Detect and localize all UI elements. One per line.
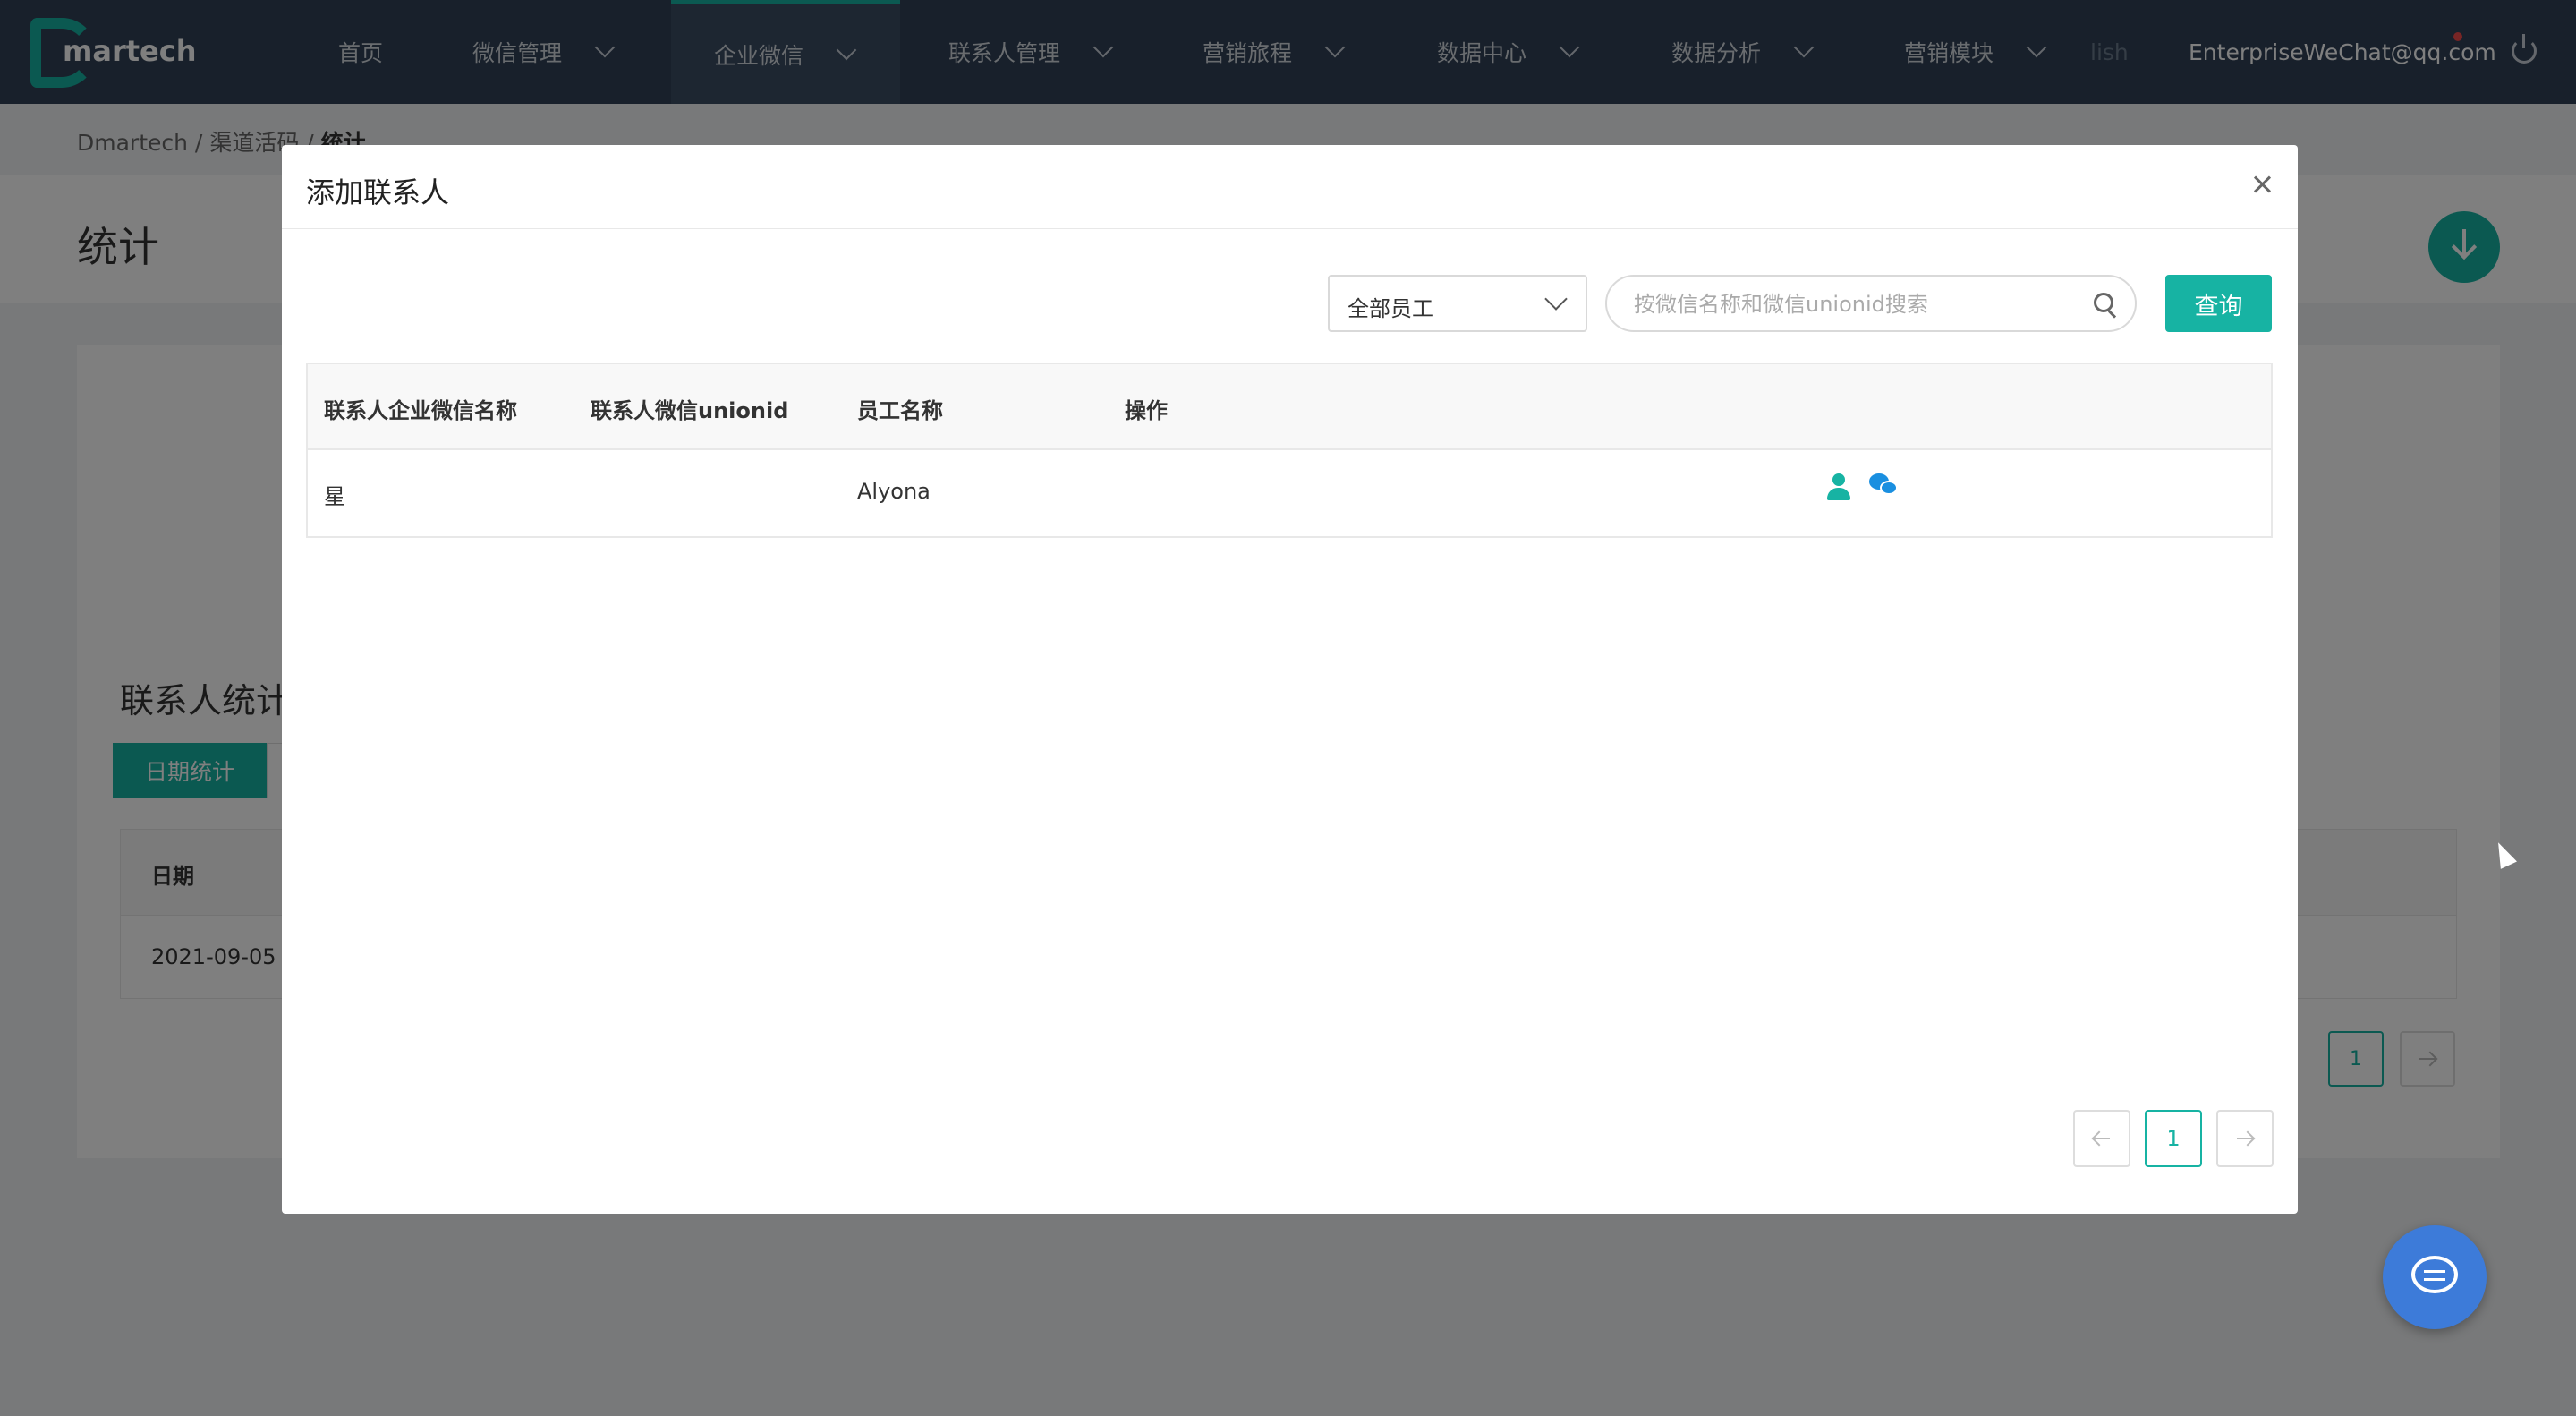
cell-contact-name: 星 (324, 484, 345, 509)
chat-support-button[interactable] (2383, 1225, 2487, 1329)
search-input[interactable] (1634, 287, 2081, 321)
contact-detail-icon[interactable] (1825, 473, 1852, 502)
next-page-button[interactable] (2216, 1110, 2274, 1167)
prev-page-button[interactable] (2073, 1110, 2130, 1167)
query-button[interactable]: 查询 (2165, 275, 2272, 332)
column-header-contact-name: 联系人企业微信名称 (324, 398, 517, 423)
chat-record-icon[interactable] (1869, 472, 1900, 500)
table-header: 联系人企业微信名称 联系人微信unionid 员工名称 操作 (308, 364, 2271, 450)
contact-table: 联系人企业微信名称 联系人微信unionid 员工名称 操作 星 Alyona (306, 363, 2273, 538)
chat-bubble-icon (2411, 1256, 2458, 1293)
close-icon[interactable] (2249, 172, 2274, 197)
select-value: 全部员工 (1348, 296, 1433, 321)
column-header-unionid: 联系人微信unionid (591, 398, 789, 423)
employee-filter-select[interactable]: 全部员工 (1328, 275, 1587, 332)
dialog-header: 添加联系人 (282, 145, 2298, 229)
page-number-button[interactable]: 1 (2145, 1110, 2202, 1167)
arrow-right-icon (2235, 1132, 2255, 1145)
add-contact-dialog: 添加联系人 全部员工 查询 联系人企业微信名称 联系人微信unionid 员工名… (282, 145, 2298, 1214)
column-header-employee: 员工名称 (857, 398, 943, 423)
arrow-left-icon (2092, 1132, 2112, 1145)
dialog-title: 添加联系人 (306, 175, 450, 209)
cell-employee: Alyona (857, 479, 931, 504)
search-field[interactable] (1605, 275, 2137, 332)
search-icon[interactable] (2094, 293, 2113, 312)
column-header-actions: 操作 (1125, 398, 1168, 423)
chevron-down-icon (1544, 287, 1568, 311)
